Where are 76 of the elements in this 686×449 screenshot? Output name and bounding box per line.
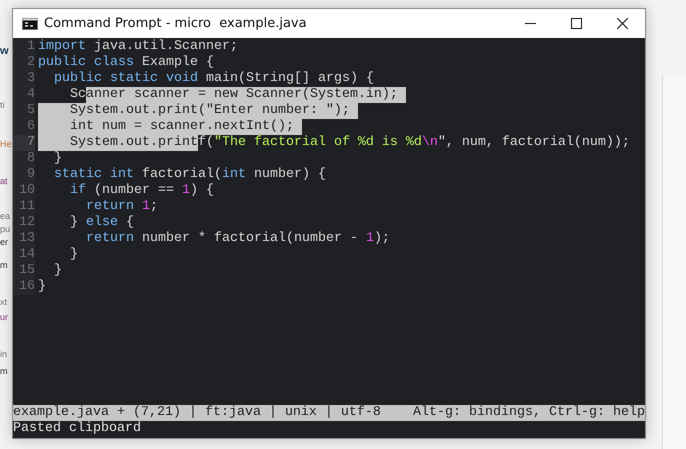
page-text-fragment: ti (0, 101, 4, 110)
page-text-fragment: He (0, 140, 12, 149)
code-token: return (84, 231, 134, 247)
code-token: } (52, 263, 62, 279)
code-token: 1 (140, 199, 150, 215)
page-text-fragment: er (0, 238, 8, 247)
code-token: } (38, 279, 46, 295)
code-token: \n (422, 135, 438, 151)
command-prompt-icon (22, 18, 38, 30)
code-token: f( (198, 135, 214, 151)
selected-code: System.out.print (38, 135, 198, 151)
line-number: 6 (13, 119, 35, 135)
code-token: if (68, 183, 86, 199)
page-text-fragment: m (0, 367, 8, 376)
line-number: 12 (13, 215, 35, 231)
status-text: example.java + (7,21) | ft:java | unix | utf-8 (13, 405, 381, 421)
line-number: 4 (13, 87, 35, 103)
code-token: int (108, 167, 134, 183)
key-hint: Alt-g: bindings, Ctrl-g: help (413, 405, 645, 421)
line-number: 15 (13, 263, 35, 279)
code-token: (number == (92, 183, 175, 199)
page-text-fragment: pu (0, 225, 10, 234)
line-number: 14 (13, 247, 35, 263)
code-token: factorial( (140, 167, 222, 183)
code-token: { (124, 215, 134, 231)
line-number: 1 (13, 39, 35, 55)
line-number: 7 (13, 135, 35, 151)
code-token: } (68, 215, 79, 231)
code-token: 1 (182, 183, 190, 199)
code-token: public (52, 71, 102, 87)
code-token: ; (150, 199, 158, 215)
selected-code: int num = scanner.nextInt(); (38, 119, 294, 135)
page-text-fragment: ur (0, 313, 8, 322)
code-token: Sc (68, 87, 86, 103)
code-token: ) { (190, 183, 214, 199)
line-number: 2 (13, 55, 35, 71)
line-number: 8 (13, 151, 35, 167)
code-token: void (164, 71, 198, 87)
line-number: 3 (13, 71, 35, 87)
page-text-fragment: xt (0, 298, 8, 307)
page-text-fragment: at (0, 177, 8, 186)
maximize-icon (570, 18, 582, 29)
code-token: } (52, 151, 62, 167)
code-token: import (38, 39, 86, 55)
page-text-fragment: w (0, 46, 9, 57)
code-token: } (68, 247, 78, 263)
code-token: ", num, factorial(num)); (438, 135, 630, 151)
code-token: ); (374, 231, 390, 247)
code-token: Example { (140, 55, 214, 71)
code-token: static (52, 167, 102, 183)
line-number: 5 (13, 103, 35, 119)
code-token: 1 (366, 231, 374, 247)
code-token: return (84, 199, 134, 215)
code-token: number) { (252, 167, 326, 183)
page-text-fragment: in (0, 350, 8, 359)
line-number: 10 (13, 183, 35, 199)
code-token: "The factorial of %d is %d (214, 135, 422, 151)
line-number: 11 (13, 199, 35, 215)
code-token: public (38, 55, 86, 71)
line-number: 16 (13, 279, 35, 295)
selected-code: System.out.print("Enter number: "); (38, 103, 350, 119)
page-text-fragment: m (0, 261, 8, 270)
line-number: 9 (13, 167, 35, 183)
window-title: Command Prompt - micro example.java (44, 16, 307, 31)
code-token: else (86, 215, 118, 231)
close-icon (616, 18, 628, 29)
selected-code: anner scanner = new Scanner(System.in); (86, 87, 398, 103)
code-token: number * factorial(number - (140, 231, 359, 247)
message-line: Pasted clipboard (13, 421, 142, 438)
line-number: 13 (13, 231, 35, 247)
code-token: main(String[] args) { (204, 71, 374, 87)
code-token: java.util.Scanner; (92, 39, 238, 55)
code-token: class (92, 55, 134, 71)
code-token: int (222, 167, 246, 183)
page-text-fragment: ea (0, 212, 10, 221)
code-token: static (108, 71, 158, 87)
